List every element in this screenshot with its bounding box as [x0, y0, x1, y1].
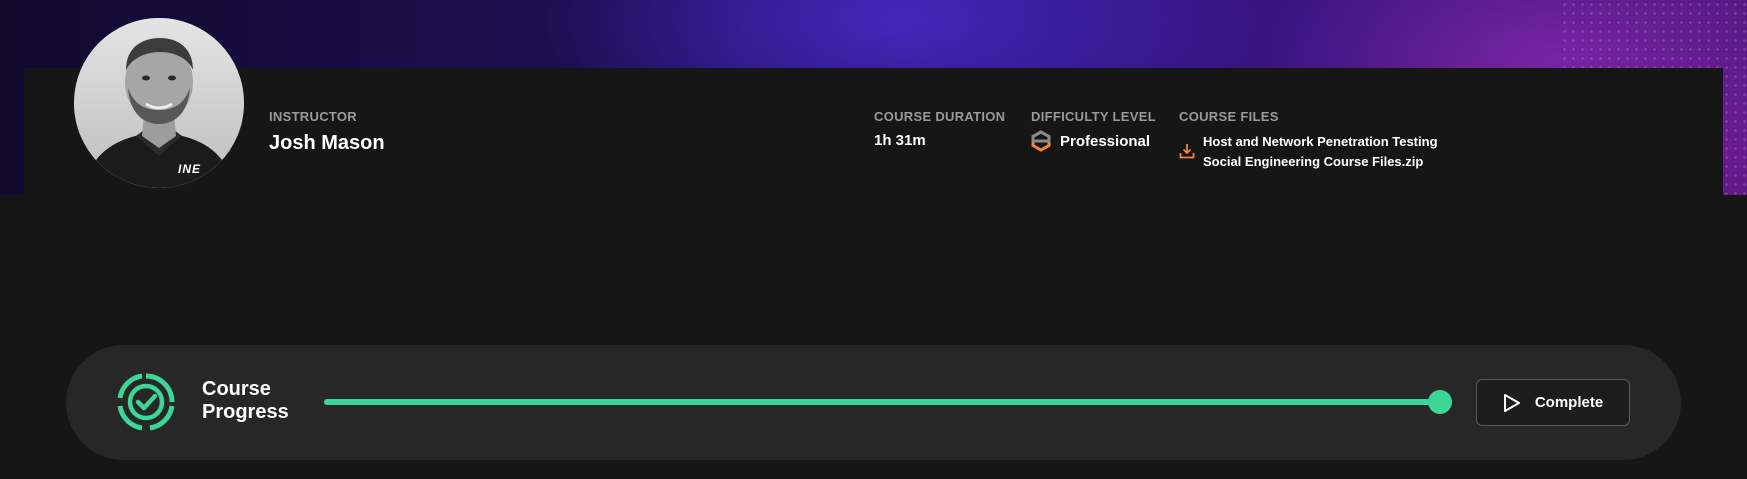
- progress-track: [324, 390, 1452, 414]
- difficulty-level-row: Professional: [1031, 130, 1156, 152]
- play-icon: [1503, 393, 1520, 412]
- hexagon-icon: [1031, 130, 1051, 152]
- course-page: INE INSTRUCTOR Josh Mason COURSE DURATIO…: [0, 0, 1747, 479]
- course-files-label: COURSE FILES: [1179, 109, 1279, 124]
- difficulty-level-label: DIFFICULTY LEVEL: [1031, 109, 1156, 124]
- course-file-link[interactable]: Host and Network Penetration Testing Soc…: [1179, 132, 1447, 172]
- difficulty-level-value: Professional: [1060, 132, 1151, 150]
- course-duration-label: COURSE DURATION: [874, 109, 1006, 124]
- course-duration-value: 1h 31m: [874, 132, 926, 149]
- progress-thumb[interactable]: [1428, 390, 1452, 414]
- course-progress-title: Course Progress: [202, 378, 289, 423]
- download-icon[interactable]: [1179, 143, 1195, 159]
- ine-logo: INE: [178, 162, 202, 176]
- complete-button-label: Complete: [1534, 394, 1604, 411]
- complete-button[interactable]: Complete: [1476, 379, 1630, 426]
- course-duration-section: COURSE DURATION 1h 31m: [874, 109, 1005, 149]
- instructor-avatar: INE: [74, 18, 244, 188]
- course-file-name[interactable]: Host and Network Penetration Testing Soc…: [1203, 132, 1447, 172]
- course-files-section: COURSE FILES Host and Network Penetratio…: [1179, 109, 1447, 172]
- difficulty-level-section: DIFFICULTY LEVEL Professional: [1031, 109, 1156, 152]
- instructor-name[interactable]: Josh Mason: [269, 132, 385, 155]
- instructor-label: INSTRUCTOR: [269, 109, 357, 124]
- check-circle-icon: [117, 373, 175, 431]
- instructor-photo: [74, 18, 244, 188]
- course-progress-panel: Course Progress Complete: [66, 345, 1681, 460]
- instructor-section: INSTRUCTOR Josh Mason: [269, 109, 385, 155]
- progress-fill: [324, 399, 1440, 405]
